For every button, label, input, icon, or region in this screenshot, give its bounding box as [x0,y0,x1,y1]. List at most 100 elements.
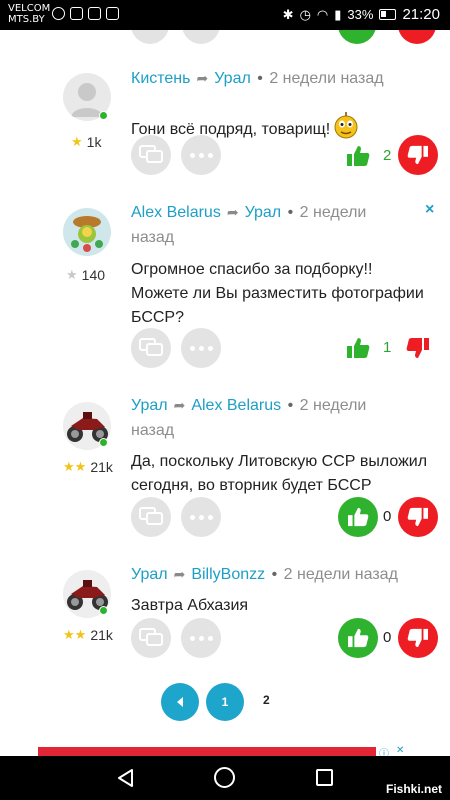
author-link[interactable]: Урал [131,566,168,583]
current-page: 2 [263,693,270,707]
user-rating: ★ 140 [66,267,105,283]
bluetooth-icon: ✱ [282,6,294,22]
chat-icon [139,338,163,356]
ad-close-icon[interactable]: ✕ [396,745,404,756]
thumbs-down-icon [407,507,428,527]
thumbs-down-icon [407,628,428,648]
separator-dot: • [287,204,294,221]
status-right: ✱ ◷ ◠ ▮ 33% 21:20 [283,6,440,23]
downvote-button[interactable] [398,30,436,44]
calendar-icon [106,7,119,20]
more-button[interactable] [181,497,221,537]
star-icon: ★ [71,134,83,149]
downvote-button[interactable] [398,135,438,175]
thumbs-down-icon [407,145,428,165]
status-bar: VELCOM MTS.BY ✱ ◷ ◠ ▮ 33% 21:20 [0,0,450,30]
thumbs-up-icon [348,628,369,648]
ad-controls: ⓘ ✕ [376,745,412,760]
more-button[interactable] [181,135,221,175]
phone-icon [52,7,65,20]
author-link[interactable]: Урал [131,397,168,414]
mail-icon [88,7,101,20]
separator-dot: • [257,70,263,87]
avatar-image [63,208,111,256]
downvote-button[interactable] [398,497,438,537]
comment-header: Кистень ➦ Урал • 2 недели назад [131,66,401,91]
reply-arrow-icon: ➦ [196,70,209,86]
chat-icon [139,628,163,646]
upvote-count: 2 [383,147,392,164]
reply-arrow-icon: ➦ [173,566,186,582]
star-icon: ★★ [63,459,87,474]
rating-value: 1k [86,134,102,150]
upvote-button[interactable] [338,618,378,658]
user-rating: ★★ 21k [63,627,113,643]
comment-header: Alex Belarus ➦ Урал • 2 недели назад [131,200,401,250]
rating-value: 21k [90,627,113,643]
battery-percent: 33% [347,7,374,22]
reply-button[interactable] [131,618,171,658]
thumbs-down-icon [406,338,429,358]
comment-time: 2 недели назад [269,70,384,87]
recent-apps-icon[interactable] [316,769,333,786]
comment-text: Да, поскольку Литовскую ССР выложил сего… [131,453,428,494]
more-button[interactable] [181,618,221,658]
star-icon: ★ [66,267,78,282]
online-indicator [99,606,108,615]
reply-arrow-icon: ➦ [226,204,239,220]
home-icon[interactable] [214,767,235,788]
page-1-button[interactable]: 1 [206,683,244,721]
thumbs-up-icon [347,146,370,166]
upvote-count: 0 [383,508,392,525]
notification-icons [52,7,119,20]
reply-target-link[interactable]: Alex Belarus [191,397,281,414]
reply-arrow-icon: ➦ [173,397,186,413]
reply-button[interactable] [131,328,171,368]
reply-button[interactable] [131,135,171,175]
pagination: 1 2 [0,683,450,723]
chevron-left-icon [177,697,183,707]
downvote-button[interactable] [398,618,438,658]
reply-target-link[interactable]: Урал [214,70,251,87]
avatar[interactable] [63,208,111,256]
upvote-button[interactable] [345,335,371,361]
upvote-button[interactable] [345,143,371,169]
back-icon[interactable] [116,768,136,788]
comment-text: Огромное спасибо за подборку!! Можете ли… [131,261,424,326]
chat-icon [139,507,163,525]
reply-target-link[interactable]: Урал [245,204,282,221]
upvote-button[interactable] [338,30,376,44]
comment-text: Завтра Абхазия [131,597,249,614]
signal-icon: ▮ [334,6,342,22]
separator-dot: • [271,566,278,583]
smiley-icon [334,112,358,139]
navigation-bar: Fishki.net [0,756,450,800]
thumbs-up-icon [347,338,370,358]
more-button[interactable] [181,328,221,368]
reply-target-link[interactable]: BillyBonzz [191,566,265,583]
comment-text: Гони всё подряд, товарищ! [131,112,431,142]
downvote-button[interactable] [405,335,431,361]
more-button[interactable] [182,30,220,44]
upvote-count: 0 [383,629,392,646]
prev-page-button[interactable] [161,683,199,721]
comment-text-content: Гони всё подряд, товарищ! [131,121,331,138]
reply-button[interactable] [131,30,169,44]
upvote-button[interactable] [338,497,378,537]
reply-button[interactable] [131,497,171,537]
online-indicator [99,111,108,120]
rating-value: 21k [90,459,113,475]
author-link[interactable]: Кистень [131,70,190,87]
thumbs-up-icon [348,507,369,527]
close-button[interactable]: × [425,201,434,219]
more-dots-icon [189,514,213,520]
battery-icon [379,9,397,20]
alarm-icon: ◷ [299,6,311,22]
author-link[interactable]: Alex Belarus [131,204,221,221]
comment-header: Урал ➦ Alex Belarus • 2 недели назад [131,393,401,443]
clock: 21:20 [402,6,440,23]
ad-banner[interactable]: ⓘ ✕ [38,745,412,760]
app-icon [70,7,83,20]
online-indicator [99,438,108,447]
comment-header: Урал ➦ BillyBonzz • 2 недели назад [131,562,421,587]
